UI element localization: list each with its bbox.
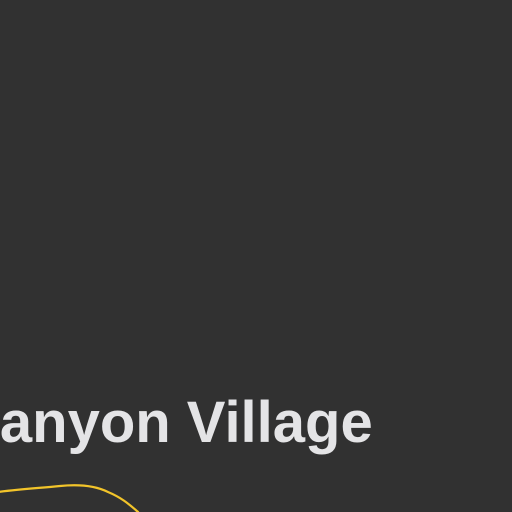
place-label: Canyon Village (0, 390, 373, 455)
road-line (0, 484, 140, 512)
map-tile[interactable]: Canyon Village (0, 0, 512, 512)
